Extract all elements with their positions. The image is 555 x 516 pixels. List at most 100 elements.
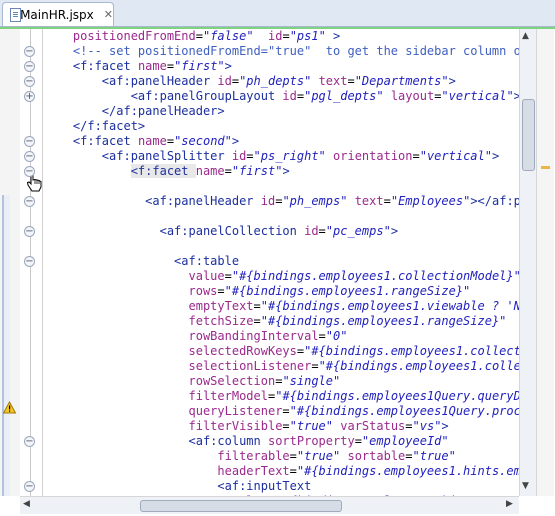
code-token: "vs": [412, 419, 442, 433]
code-token: =: [282, 404, 290, 418]
scroll-up-arrow-icon[interactable]: ▲: [522, 31, 529, 41]
code-token: "false": [202, 29, 254, 43]
code-token: <af:panelGroupLayout: [130, 89, 283, 103]
code-line[interactable]: <af:inputText: [44, 479, 311, 494]
code-token: fetchSize: [188, 314, 254, 328]
scroll-down-arrow-icon[interactable]: ▼: [522, 481, 529, 491]
code-token: =: [217, 284, 225, 298]
code-token: id: [268, 29, 283, 43]
code-token: "#{bindings.employees1.rangeSize}": [224, 284, 471, 298]
code-token: =: [282, 29, 290, 43]
code-line[interactable]: selectionListener="#{bindings.employees1…: [44, 359, 520, 374]
code-line[interactable]: <af:panelSplitter id="ps_right" orientat…: [44, 149, 499, 164]
code-token: queryListener: [188, 404, 283, 418]
scroll-left-arrow-icon[interactable]: ◀: [23, 499, 30, 509]
code-token: =: [383, 194, 391, 208]
code-line[interactable]: filterVisible="true" varStatus="vs">: [44, 419, 449, 434]
fold-toggle-icon[interactable]: −: [24, 226, 35, 237]
code-line[interactable]: <af:panelGroupLayout id="pgl_depts" layo…: [44, 89, 519, 104]
code-token: <af:column: [188, 434, 268, 448]
code-line[interactable]: <f:facet name="second">: [44, 134, 239, 149]
code-line[interactable]: positionedFromEnd="false" id="ps1" >: [44, 29, 340, 44]
code-line[interactable]: <!-- set positionedFromEnd="true" to get…: [44, 44, 519, 59]
jspx-file-icon: [9, 8, 21, 22]
code-line[interactable]: filterable="true" sortable="true": [44, 449, 455, 464]
code-line[interactable]: <f:facet name="first">: [44, 59, 232, 74]
source-editor[interactable]: positionedFromEnd="false" id="ps1" > <!-…: [0, 27, 555, 516]
code-token: rowBandingInterval: [188, 329, 319, 343]
code-line[interactable]: <af:panelCollection id="pc_emps">: [44, 224, 398, 239]
code-line[interactable]: selectedRowKeys="#{bindings.employees1.c…: [44, 344, 520, 359]
code-line[interactable]: queryListener="#{bindings.employees1Quer…: [44, 404, 520, 419]
overview-marker[interactable]: [541, 166, 550, 169]
code-token: <f:facet: [72, 134, 138, 148]
fold-toggle-icon[interactable]: −: [24, 61, 35, 72]
code-token: >: [231, 134, 240, 148]
code-token: "single": [282, 374, 341, 388]
code-line[interactable]: filterModel="#{bindings.employees1Query.…: [44, 389, 520, 404]
warning-icon[interactable]: [3, 401, 16, 414]
vertical-scroll-thumb[interactable]: [522, 99, 535, 171]
code-token: "ps_right": [253, 149, 326, 163]
code-token: >: [282, 164, 290, 178]
horizontal-scroll-thumb[interactable]: [140, 500, 342, 512]
horizontal-scrollbar[interactable]: ◀ ▶: [20, 496, 519, 514]
code-token: sortable: [347, 449, 406, 463]
close-icon[interactable]: ✕: [104, 8, 113, 21]
code-line[interactable]: <af:table: [44, 254, 239, 269]
code-line[interactable]: <af:panelHeader id="ph_emps" text="Emplo…: [44, 194, 519, 209]
code-token: "vertical": [441, 89, 514, 103]
code-line[interactable]: </af:panelHeader>: [44, 104, 225, 119]
fold-toggle-icon[interactable]: −: [24, 46, 35, 57]
vertical-scrollbar[interactable]: ▲ ▼: [519, 29, 536, 496]
code-line[interactable]: rowBandingInterval="0": [44, 329, 348, 344]
code-token: =: [246, 149, 254, 163]
code-token: "#{bindings.employees1.hints.empl: [296, 464, 519, 478]
code-line[interactable]: fetchSize="#{bindings.employees1.rangeSi…: [44, 314, 507, 329]
code-line[interactable]: </f:facet>: [44, 119, 145, 134]
code-token: id: [231, 149, 247, 163]
code-token: "second": [174, 134, 232, 148]
code-token: id: [282, 89, 297, 103]
code-token: "true": [289, 419, 334, 433]
scroll-right-arrow-icon[interactable]: ▶: [506, 499, 513, 509]
code-token: =: [253, 299, 261, 313]
fold-toggle-icon[interactable]: −: [24, 76, 35, 87]
code-line[interactable]: <f:facet name="first">: [44, 164, 290, 179]
fold-toggle-icon[interactable]: −: [24, 436, 35, 447]
fold-toggle-icon[interactable]: +: [24, 91, 35, 102]
code-line[interactable]: <af:panelHeader id="ph_depts" text="Depa…: [44, 74, 456, 89]
code-token: <af:panelCollection: [159, 224, 305, 238]
fold-toggle-icon[interactable]: −: [24, 166, 35, 177]
code-line[interactable]: <af:column sortProperty="employeeId": [44, 434, 449, 449]
code-token: <!-- set positionedFromEnd="true" to get…: [72, 44, 519, 58]
code-line[interactable]: headerText="#{bindings.employees1.hints.…: [44, 464, 519, 479]
tab-mainhr[interactable]: MainHR.jspx ✕: [2, 2, 114, 26]
editor-tab-bar: MainHR.jspx ✕: [0, 0, 555, 27]
fold-toggle-icon[interactable]: −: [24, 256, 35, 267]
code-line[interactable]: value="#{bindings.employees1.collectionM…: [44, 269, 520, 284]
overview-ruler[interactable]: [536, 29, 554, 496]
code-area[interactable]: positionedFromEnd="false" id="ps1" > <!-…: [44, 29, 519, 496]
fold-toggle-icon[interactable]: −: [24, 151, 35, 162]
fold-toggle-icon[interactable]: −: [24, 136, 35, 147]
code-token: "ph_emps": [282, 194, 348, 208]
code-token: =: [354, 434, 362, 448]
code-token: filterModel: [188, 389, 268, 403]
fold-toggle-icon[interactable]: −: [24, 196, 35, 207]
code-line[interactable]: emptyText="#{bindings.employees1.viewabl…: [44, 299, 520, 314]
code-line[interactable]: rowSelection="single": [44, 374, 341, 389]
fold-toggle-icon[interactable]: −: [24, 481, 35, 492]
code-token: id: [260, 194, 276, 208]
code-line[interactable]: rows="#{bindings.employees1.rangeSize}": [44, 284, 471, 299]
